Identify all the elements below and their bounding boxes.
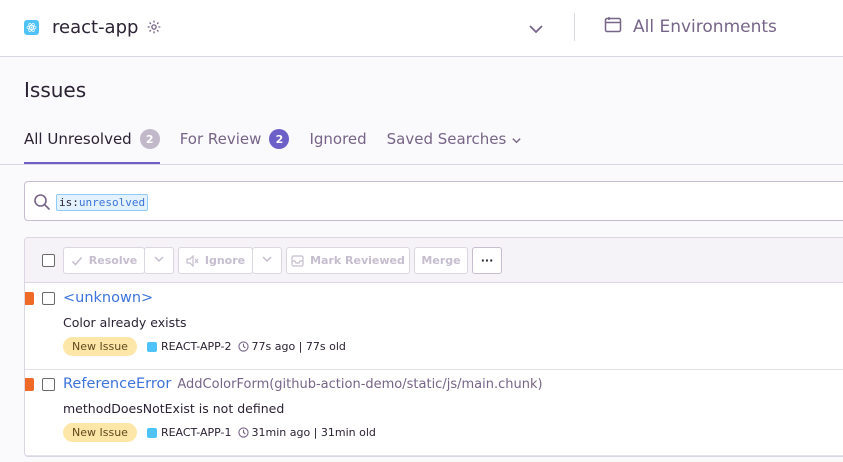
merge-button[interactable]: Merge [414, 247, 468, 274]
tab-label: For Review [179, 130, 262, 148]
more-actions-button[interactable]: ··· [472, 247, 502, 274]
select-all-checkbox[interactable] [42, 254, 55, 267]
project-selector[interactable]: react-app [24, 16, 162, 38]
checkmark-icon [71, 255, 83, 267]
ellipsis-icon: ··· [480, 254, 494, 267]
inbox-icon [291, 254, 304, 267]
resolve-label: Resolve [88, 254, 138, 267]
issue-row[interactable]: <unknown> Color already exists New Issue… [25, 284, 843, 370]
mark-reviewed-button[interactable]: Mark Reviewed [286, 247, 410, 274]
react-icon [24, 19, 39, 35]
tab-label: Ignored [309, 130, 367, 148]
issue-title[interactable]: <unknown> [63, 290, 159, 306]
chevron-down-icon [153, 253, 165, 268]
token-value: unresolved [78, 196, 146, 209]
tab-label: All Unresolved [24, 130, 132, 148]
time-text: 31min ago | 31min old [251, 426, 376, 439]
resolve-button[interactable]: Resolve [63, 247, 145, 274]
issue-meta: New Issue REACT-APP-1 31min ago | 31min … [63, 423, 376, 442]
new-issue-badge: New Issue [63, 423, 137, 442]
issue-meta: New Issue REACT-APP-2 77s ago | 77s old [63, 337, 346, 356]
search-icon [33, 193, 51, 215]
tab-for-review[interactable]: For Review 2 [179, 129, 290, 165]
mark-reviewed-label: Mark Reviewed [310, 254, 405, 267]
issue-title-text: <unknown> [63, 290, 154, 306]
ignore-dropdown-button[interactable] [252, 247, 282, 274]
tabs-divider [0, 164, 843, 165]
issue-title-text: ReferenceError [63, 376, 172, 392]
issue-row[interactable]: ReferenceError AddColorForm(github-action… [25, 370, 843, 456]
issue-checkbox[interactable] [42, 292, 55, 305]
clock-icon [237, 427, 249, 438]
project-icon [146, 427, 157, 438]
tab-label: Saved Searches [386, 130, 507, 148]
chevron-down-icon [511, 132, 522, 150]
issue-short-id[interactable]: REACT-APP-1 [146, 426, 232, 439]
environment-label: All Environments [633, 17, 777, 37]
token-key: is: [59, 196, 79, 209]
project-name: react-app [52, 16, 139, 38]
gear-icon[interactable] [146, 19, 162, 35]
issue-tabs: All Unresolved 2 For Review 2 Ignored Sa… [24, 129, 542, 165]
tab-all-unresolved[interactable]: All Unresolved 2 [24, 129, 160, 165]
resolve-dropdown-button[interactable] [144, 247, 174, 274]
issue-culprit: AddColorForm(github-action-demo/static/j… [177, 377, 543, 392]
chevron-down-icon [261, 253, 273, 268]
level-indicator [25, 378, 34, 391]
count-badge: 2 [269, 129, 290, 149]
level-indicator [25, 292, 34, 305]
count-badge: 2 [139, 129, 160, 149]
clock-icon [237, 341, 249, 352]
tab-saved-searches[interactable]: Saved Searches [387, 130, 523, 165]
environment-selector[interactable]: All Environments [604, 16, 777, 38]
ignore-button[interactable]: Ignore [178, 247, 253, 274]
short-id-text: REACT-APP-2 [160, 340, 232, 353]
bulk-actions-bar: Resolve Ignore Mark Reviewed Merge ··· [25, 238, 843, 283]
header-divider [574, 13, 575, 41]
issue-title[interactable]: ReferenceError AddColorForm(github-action… [63, 376, 543, 392]
tab-ignored[interactable]: Ignored [309, 130, 366, 165]
issue-time: 77s ago | 77s old [237, 340, 346, 353]
issues-panel: Resolve Ignore Mark Reviewed Merge ··· <… [24, 237, 843, 457]
calendar-icon [604, 16, 622, 38]
chevron-down-icon[interactable] [528, 20, 544, 39]
project-icon [146, 341, 157, 352]
search-token[interactable]: is:unresolved [56, 194, 149, 211]
time-text: 77s ago | 77s old [251, 340, 346, 353]
issue-message: methodDoesNotExist is not defined [63, 401, 285, 416]
new-issue-badge: New Issue [63, 337, 137, 356]
short-id-text: REACT-APP-1 [160, 426, 232, 439]
issue-message: Color already exists [63, 315, 187, 330]
issue-checkbox[interactable] [42, 378, 55, 391]
search-input[interactable]: is:unresolved [24, 181, 843, 221]
issue-time: 31min ago | 31min old [237, 426, 376, 439]
page-title: Issues [24, 78, 87, 102]
issue-short-id[interactable]: REACT-APP-2 [146, 340, 232, 353]
merge-label: Merge [421, 254, 461, 267]
mute-icon [186, 254, 199, 267]
top-bar: react-app All Environments [0, 0, 843, 57]
ignore-label: Ignore [204, 254, 246, 267]
